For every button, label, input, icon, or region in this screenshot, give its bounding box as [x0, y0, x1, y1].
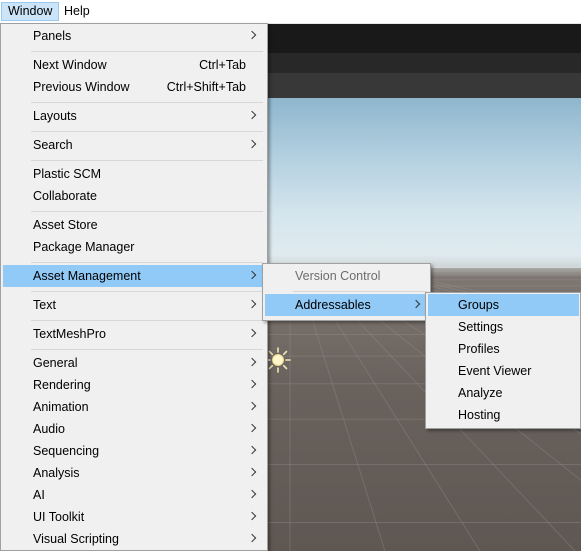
menu-item-addressables[interactable]: Addressables [265, 294, 429, 316]
menu-item-label: Panels [33, 29, 72, 43]
menu-item-label: Analysis [33, 466, 80, 480]
menu-item-label: Visual Scripting [33, 532, 119, 546]
menu-separator [31, 349, 263, 350]
menubar: Window Help [0, 0, 581, 24]
chevron-right-icon [247, 110, 257, 120]
menu-item-label: Asset Management [33, 269, 141, 283]
menu-item-label: Collaborate [33, 189, 97, 203]
menu-item-text[interactable]: Text [3, 294, 265, 316]
menu-item-panels[interactable]: Panels [3, 25, 265, 47]
chevron-right-icon [247, 533, 257, 543]
asset-management-submenu: Version Control Addressables [262, 263, 431, 321]
shortcut-label: Ctrl+Shift+Tab [166, 80, 246, 94]
menubar-help[interactable]: Help [58, 2, 96, 21]
menu-item-label: Text [33, 298, 56, 312]
menu-item-label: Version Control [295, 269, 381, 283]
menu-item-next-window[interactable]: Next Window Ctrl+Tab [3, 54, 265, 76]
chevron-right-icon [247, 445, 257, 455]
menu-item-groups[interactable]: Groups [428, 294, 579, 316]
menu-item-audio[interactable]: Audio [3, 418, 265, 440]
menu-item-label: General [33, 356, 78, 370]
window-menu: Panels Next Window Ctrl+Tab Previous Window… [0, 23, 268, 551]
menu-item-label: Asset Store [33, 218, 98, 232]
menu-item-analysis[interactable]: Analysis [3, 462, 265, 484]
menu-item-sequencing[interactable]: Sequencing [3, 440, 265, 462]
menu-item-label: Groups [458, 298, 499, 312]
menu-item-plastic-scm[interactable]: Plastic SCM [3, 163, 265, 185]
menu-item-label: Audio [33, 422, 65, 436]
menu-separator [31, 320, 263, 321]
chevron-right-icon [247, 511, 257, 521]
menu-item-label: Addressables [295, 298, 371, 312]
addressables-submenu: Groups Settings Profiles Event Viewer Analyz… [425, 292, 581, 429]
shortcut-label: Ctrl+Tab [199, 58, 246, 72]
menu-item-label: AI [33, 488, 45, 502]
menu-item-rendering[interactable]: Rendering [3, 374, 265, 396]
menu-item-profiles[interactable]: Profiles [428, 338, 579, 360]
menu-item-previous-window[interactable]: Previous Window Ctrl+Shift+Tab [3, 76, 265, 98]
menu-item-event-viewer[interactable]: Event Viewer [428, 360, 579, 382]
chevron-right-icon [247, 30, 257, 40]
chevron-right-icon [411, 299, 421, 309]
menu-item-version-control: Version Control [265, 265, 429, 287]
menu-separator [31, 51, 263, 52]
menu-item-label: Animation [33, 400, 89, 414]
menu-separator [31, 291, 263, 292]
menu-item-label: Sequencing [33, 444, 100, 458]
menu-item-visual-scripting[interactable]: Visual Scripting [3, 528, 265, 550]
menu-separator [31, 211, 263, 212]
menu-item-label: Analyze [458, 386, 503, 400]
menu-separator [31, 102, 263, 103]
menu-item-label: Previous Window [33, 80, 130, 94]
chevron-right-icon [247, 467, 257, 477]
menu-item-layouts[interactable]: Layouts [3, 105, 265, 127]
menu-item-label: Plastic SCM [33, 167, 102, 181]
menu-item-hosting[interactable]: Hosting [428, 404, 579, 426]
menu-item-label: Rendering [33, 378, 91, 392]
chevron-right-icon [247, 270, 257, 280]
menu-item-ai[interactable]: AI [3, 484, 265, 506]
chevron-right-icon [247, 489, 257, 499]
menu-item-collaborate[interactable]: Collaborate [3, 185, 265, 207]
menu-item-settings[interactable]: Settings [428, 316, 579, 338]
menu-item-textmeshpro[interactable]: TextMeshPro [3, 323, 265, 345]
menu-item-label: Settings [458, 320, 504, 334]
menu-item-label: Layouts [33, 109, 77, 123]
menu-separator [293, 291, 427, 292]
chevron-right-icon [247, 357, 257, 367]
menu-item-asset-store[interactable]: Asset Store [3, 214, 265, 236]
menu-item-label: Search [33, 138, 73, 152]
directional-light-icon[interactable] [265, 347, 291, 373]
menu-item-general[interactable]: General [3, 352, 265, 374]
menu-item-animation[interactable]: Animation [3, 396, 265, 418]
menu-item-label: TextMeshPro [33, 327, 106, 341]
menu-item-label: UI Toolkit [33, 510, 85, 524]
menu-item-label: Event Viewer [458, 364, 532, 378]
menu-item-label: Hosting [458, 408, 501, 422]
menu-separator [31, 262, 263, 263]
menu-item-ui-toolkit[interactable]: UI Toolkit [3, 506, 265, 528]
chevron-right-icon [247, 299, 257, 309]
chevron-right-icon [247, 379, 257, 389]
menu-item-label: Next Window [33, 58, 107, 72]
chevron-right-icon [247, 139, 257, 149]
menu-separator [31, 131, 263, 132]
menu-item-label: Profiles [458, 342, 500, 356]
menu-item-analyze[interactable]: Analyze [428, 382, 579, 404]
menu-item-package-manager[interactable]: Package Manager [3, 236, 265, 258]
menu-separator [31, 160, 263, 161]
menu-item-label: Package Manager [33, 240, 135, 254]
menu-item-search[interactable]: Search [3, 134, 265, 156]
chevron-right-icon [247, 401, 257, 411]
menu-item-asset-management[interactable]: Asset Management [3, 265, 265, 287]
chevron-right-icon [247, 423, 257, 433]
chevron-right-icon [247, 328, 257, 338]
menubar-window[interactable]: Window [1, 2, 60, 21]
